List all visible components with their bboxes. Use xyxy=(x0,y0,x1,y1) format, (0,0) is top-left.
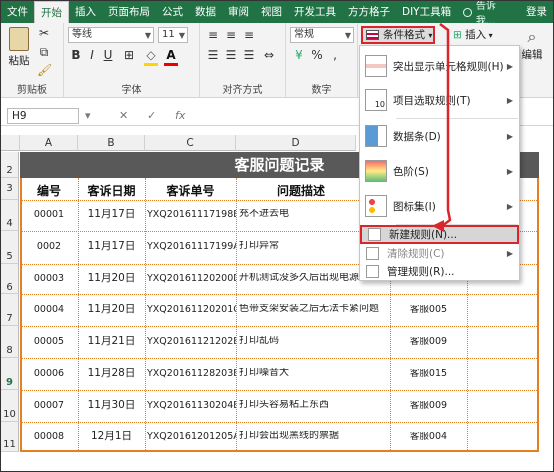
image-frame xyxy=(0,0,554,472)
